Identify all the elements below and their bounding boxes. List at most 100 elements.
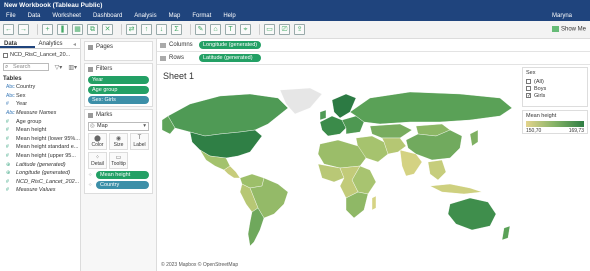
color-label: Color [91, 142, 104, 148]
detail-button[interactable]: ⁘ Detail [88, 152, 107, 169]
cards-column: Pages Filters Year Age group Sex: Girls … [81, 39, 157, 271]
label-label: Label [133, 142, 146, 148]
columns-label: Columns [169, 42, 193, 48]
pause-updates-icon[interactable]: ❚ [57, 24, 68, 35]
detail-encoding-icon: ⁘ [88, 182, 93, 188]
region-scandinavia[interactable] [331, 93, 357, 119]
field-item[interactable]: # Age group [0, 117, 80, 126]
size-label: Size [113, 142, 124, 148]
filter-pill-sex[interactable]: Sex: Girls [88, 96, 149, 104]
show-me-button[interactable]: Show Me [551, 26, 586, 33]
region-madagascar[interactable] [371, 195, 377, 211]
rows-icon [160, 55, 166, 61]
region-indonesia[interactable] [429, 183, 483, 195]
field-name: Country [16, 84, 36, 91]
new-worksheet-icon[interactable]: ▦ [72, 24, 83, 35]
sex-option-boys[interactable]: Boys [526, 85, 584, 92]
filter-fields-icon[interactable]: ▽▾ [55, 64, 63, 71]
sheet-title[interactable]: Sheet 1 [163, 71, 194, 81]
share-icon[interactable]: ⇪ [294, 24, 305, 35]
field-item[interactable]: # Measure Values [0, 186, 80, 195]
field-item[interactable]: # NCD_RisC_Lancet_202... [0, 178, 80, 187]
field-item[interactable]: Abc Country [0, 83, 80, 92]
region-japan[interactable] [469, 129, 479, 147]
region-uk[interactable] [319, 109, 327, 121]
menu-worksheet[interactable]: Worksheet [52, 13, 81, 19]
mean-height-legend[interactable]: Mean height 150,70 169,73 [522, 110, 588, 134]
tab-data[interactable]: Data [0, 39, 35, 48]
field-item[interactable]: Abc Measure Names [0, 109, 80, 118]
presentation-icon[interactable]: ⎚ [279, 24, 290, 35]
region-russia[interactable] [349, 91, 513, 125]
totals-icon[interactable]: Σ [171, 24, 182, 35]
field-item[interactable]: # Mean height [0, 126, 80, 135]
labels-icon[interactable]: T [225, 24, 236, 35]
menu-help[interactable]: Help [223, 13, 235, 19]
field-search: ⌕ Search ▽▾ ▥▾ [3, 63, 77, 71]
mark-type-select[interactable]: ◎ Map ▾ [88, 122, 149, 131]
field-item[interactable]: # Mean height (lower 95%... [0, 135, 80, 144]
pages-icon [88, 44, 93, 50]
region-western-europe[interactable] [319, 115, 347, 137]
fix-axes-icon[interactable]: ⌖ [240, 24, 251, 35]
field-item[interactable]: # Mean height standard e... [0, 143, 80, 152]
new-data-source-icon[interactable]: + [42, 24, 53, 35]
filled-map[interactable] [160, 86, 517, 261]
forward-icon[interactable]: → [18, 24, 29, 35]
columns-shelf[interactable]: Columns Longitude (generated) [157, 39, 590, 52]
highlight-icon[interactable]: ✎ [195, 24, 206, 35]
fit-icon[interactable]: ▭ [264, 24, 275, 35]
color-button[interactable]: ⬤ Color [88, 133, 107, 150]
tooltip-button[interactable]: ▭ Tooltip [109, 152, 128, 169]
region-greenland[interactable] [279, 87, 323, 115]
field-item[interactable]: # Mean height (upper 95... [0, 152, 80, 161]
duplicate-sheet-icon[interactable]: ⧉ [87, 24, 98, 35]
toolbar: ← → + ❚ ▦ ⧉ ✕ ⇄ ↑ ↓ Σ ✎ ⌂ T ⌖ ▭ ⎚ ⇪ [0, 21, 590, 39]
minimize-icon[interactable]: ◂ [69, 39, 80, 48]
field-item[interactable]: # Year [0, 100, 80, 109]
marks-pill-country[interactable]: Country [96, 181, 149, 189]
label-button[interactable]: T Label [130, 133, 149, 150]
map-attribution[interactable]: © 2023 Mapbox © OpenStreetMap [161, 262, 238, 268]
marks-field-row: ⁘ Mean height [88, 171, 149, 179]
region-australia[interactable] [447, 197, 497, 231]
region-kazakhstan[interactable] [369, 123, 413, 139]
tooltip-label: Tooltip [111, 161, 126, 167]
chevron-down-icon: ▾ [143, 123, 146, 129]
search-input[interactable]: ⌕ Search [3, 63, 49, 71]
swap-icon[interactable]: ⇄ [126, 24, 137, 35]
filter-pill-age-group[interactable]: Age group [88, 86, 149, 94]
region-argentina-chile[interactable] [247, 207, 265, 247]
menu-format[interactable]: Format [192, 13, 211, 19]
sort-desc-icon[interactable]: ↓ [156, 24, 167, 35]
group-icon[interactable]: ⌂ [210, 24, 221, 35]
region-canada[interactable] [167, 93, 289, 137]
size-button[interactable]: ◉ Size [109, 133, 128, 150]
world-map[interactable] [160, 86, 517, 261]
sex-option-all[interactable]: (All) [526, 78, 584, 85]
field-item[interactable]: Abc Sex [0, 92, 80, 101]
field-item[interactable]: ⊕ Longitude (generated) [0, 169, 80, 178]
menu-dashboard[interactable]: Dashboard [93, 13, 122, 19]
menu-data[interactable]: Data [28, 13, 41, 19]
menu-analysis[interactable]: Analysis [134, 13, 156, 19]
columns-pill[interactable]: Longitude (generated) [199, 41, 261, 49]
region-southeast-asia[interactable] [427, 159, 447, 181]
clear-sheet-icon[interactable]: ✕ [102, 24, 113, 35]
data-source[interactable]: NCD_RisC_Lancet_20... [0, 49, 80, 61]
sort-asc-icon[interactable]: ↑ [141, 24, 152, 35]
back-icon[interactable]: ← [3, 24, 14, 35]
field-item[interactable]: ⊕ Latitude (generated) [0, 160, 80, 169]
rows-pill[interactable]: Latitude (generated) [199, 54, 261, 62]
user-name[interactable]: Maryna [552, 13, 572, 19]
menu-file[interactable]: File [6, 13, 16, 19]
gradient-labels: 150,70 169,73 [526, 128, 584, 134]
rows-shelf[interactable]: Rows Latitude (generated) [157, 52, 590, 65]
tab-analytics[interactable]: Analytics [35, 39, 70, 48]
sex-option-girls[interactable]: ✓ Girls [526, 92, 584, 99]
filter-pill-year[interactable]: Year [88, 76, 149, 84]
view-options-icon[interactable]: ▥▾ [68, 64, 77, 71]
marks-pill-mean-height[interactable]: Mean height [96, 171, 149, 179]
region-new-zealand[interactable] [501, 225, 511, 241]
menu-map[interactable]: Map [169, 13, 181, 19]
